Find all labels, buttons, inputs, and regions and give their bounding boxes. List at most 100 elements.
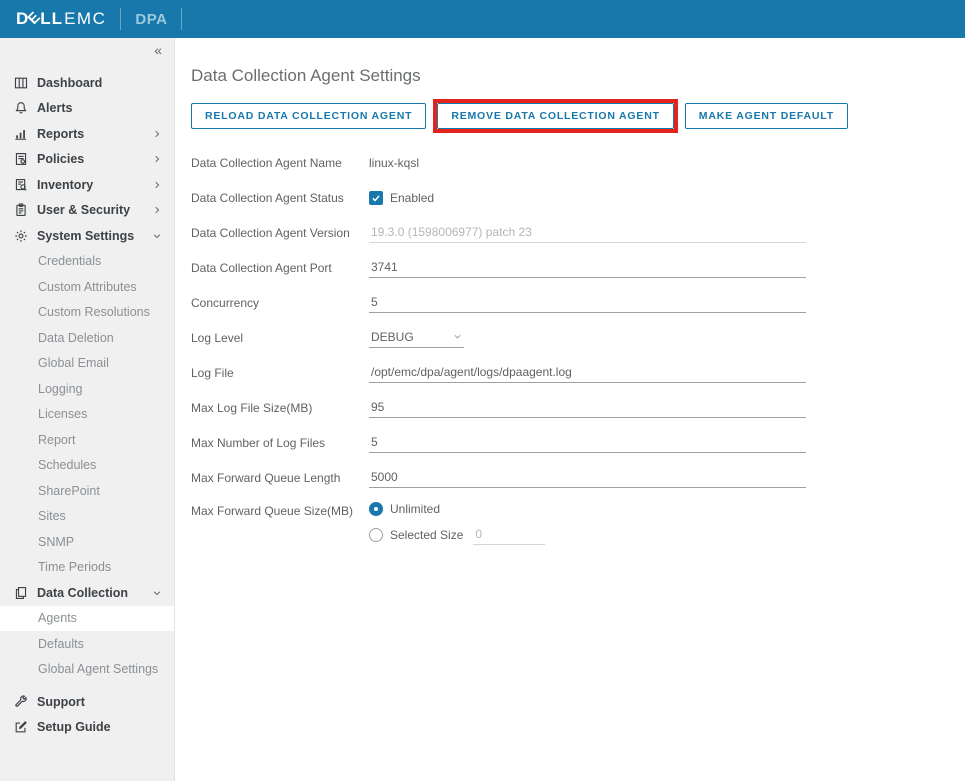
sidebar-item-label: User & Security <box>37 203 130 217</box>
sidebar-item-label: Setup Guide <box>37 720 111 734</box>
unlimited-radio[interactable]: Unlimited <box>369 502 545 516</box>
log-level-select[interactable]: DEBUG <box>369 328 464 348</box>
form-row: Max Number of Log Files <box>191 432 965 453</box>
chevron-right-icon <box>152 154 162 164</box>
form-row: Data Collection Agent Name linux-kqsl <box>191 152 965 173</box>
sidebar-item-logging[interactable]: Logging <box>0 376 174 402</box>
radio-selected-icon[interactable] <box>369 502 383 516</box>
radio-unselected-icon[interactable] <box>369 528 383 542</box>
form-row: Data Collection Agent Port <box>191 257 965 278</box>
log-level-value: DEBUG <box>371 330 414 344</box>
sidebar-item-sites[interactable]: Sites <box>0 504 174 530</box>
header-divider <box>181 8 182 30</box>
field-label: Log Level <box>191 331 369 345</box>
agent-settings-form: Data Collection Agent Name linux-kqsl Da… <box>191 152 965 545</box>
sidebar-item-time-periods[interactable]: Time Periods <box>0 555 174 581</box>
sidebar-item-custom-attributes[interactable]: Custom Attributes <box>0 274 174 300</box>
action-buttons: RELOAD DATA COLLECTION AGENT REMOVE DATA… <box>191 100 965 132</box>
agent-port-input[interactable] <box>369 258 806 278</box>
sidebar-item-sharepoint[interactable]: SharePoint <box>0 478 174 504</box>
sidebar-item-label: Alerts <box>37 101 72 115</box>
sidebar-item-label: Dashboard <box>37 76 102 90</box>
sidebar-item-custom-resolutions[interactable]: Custom Resolutions <box>0 300 174 326</box>
field-label: Max Log File Size(MB) <box>191 401 369 415</box>
header-divider <box>120 8 121 30</box>
sidebar-item-report[interactable]: Report <box>0 427 174 453</box>
field-label: Max Forward Queue Size(MB) <box>191 502 369 518</box>
concurrency-input[interactable] <box>369 293 806 313</box>
sidebar-item-defaults[interactable]: Defaults <box>0 631 174 657</box>
sidebar-item-label: Data Collection <box>37 586 128 600</box>
selected-size-input <box>473 525 545 545</box>
inventory-search-icon <box>13 177 28 192</box>
field-label: Data Collection Agent Port <box>191 261 369 275</box>
sidebar-item-schedules[interactable]: Schedules <box>0 453 174 479</box>
form-row: Max Forward Queue Size(MB) Unlimited Sel… <box>191 502 965 545</box>
sidebar-item-snmp[interactable]: SNMP <box>0 529 174 555</box>
form-row: Log File <box>191 362 965 383</box>
sidebar-item-alerts[interactable]: Alerts <box>0 96 174 122</box>
bell-icon <box>13 101 28 116</box>
sidebar-item-support[interactable]: Support <box>0 689 174 715</box>
chevron-right-icon <box>152 180 162 190</box>
policies-document-icon <box>13 152 28 167</box>
chevron-right-icon <box>152 129 162 139</box>
chevron-down-icon <box>152 231 162 241</box>
user-security-badge-icon <box>13 203 28 218</box>
field-label: Data Collection Agent Name <box>191 156 369 170</box>
checkbox-label: Enabled <box>390 191 434 205</box>
sidebar-item-system-settings[interactable]: System Settings <box>0 223 174 249</box>
data-collection-pages-icon <box>13 585 28 600</box>
checkbox-checked-icon[interactable] <box>369 191 383 205</box>
field-label: Log File <box>191 366 369 380</box>
red-annotation-highlight: REMOVE DATA COLLECTION AGENT <box>433 99 677 133</box>
form-row: Data Collection Agent Version <box>191 222 965 243</box>
sidebar-item-label: System Settings <box>37 229 134 243</box>
enabled-checkbox[interactable]: Enabled <box>369 191 434 205</box>
chevron-down-icon <box>152 588 162 598</box>
wrench-icon <box>13 694 28 709</box>
max-forward-queue-length-input[interactable] <box>369 468 806 488</box>
setup-guide-edit-icon <box>13 720 28 735</box>
sidebar-item-data-deletion[interactable]: Data Deletion <box>0 325 174 351</box>
sidebar-item-licenses[interactable]: Licenses <box>0 402 174 428</box>
radio-label: Selected Size <box>390 528 463 542</box>
dashboard-icon <box>13 75 28 90</box>
form-row: Max Log File Size(MB) <box>191 397 965 418</box>
make-agent-default-button[interactable]: MAKE AGENT DEFAULT <box>685 103 848 129</box>
max-log-file-size-input[interactable] <box>369 398 806 418</box>
sidebar-item-inventory[interactable]: Inventory <box>0 172 174 198</box>
radio-label: Unlimited <box>390 502 440 516</box>
sidebar-item-label: Reports <box>37 127 84 141</box>
sidebar-item-agents[interactable]: Agents <box>0 606 174 632</box>
sidebar-item-data-collection[interactable]: Data Collection <box>0 580 174 606</box>
form-row: Concurrency <box>191 292 965 313</box>
app-window: DELL EMC DPA « Dashboard Alerts Reports <box>0 0 965 781</box>
sidebar-item-dashboard[interactable]: Dashboard <box>0 70 174 96</box>
agent-version-input <box>369 223 806 243</box>
sidebar-item-policies[interactable]: Policies <box>0 147 174 173</box>
max-number-log-files-input[interactable] <box>369 433 806 453</box>
sidebar-item-global-agent-settings[interactable]: Global Agent Settings <box>0 657 174 683</box>
top-header: DELL EMC DPA <box>0 0 965 38</box>
sidebar-item-credentials[interactable]: Credentials <box>0 249 174 275</box>
form-row: Max Forward Queue Length <box>191 467 965 488</box>
field-label: Max Number of Log Files <box>191 436 369 450</box>
sidebar-item-global-email[interactable]: Global Email <box>0 351 174 377</box>
collapse-sidebar-icon[interactable]: « <box>154 42 162 58</box>
max-forward-queue-size-radio-group: Unlimited Selected Size <box>369 502 545 545</box>
sidebar-item-label: Support <box>37 695 85 709</box>
log-file-input[interactable] <box>369 363 806 383</box>
sidebar-item-user-security[interactable]: User & Security <box>0 198 174 224</box>
field-label: Data Collection Agent Version <box>191 226 369 240</box>
remove-agent-button[interactable]: REMOVE DATA COLLECTION AGENT <box>437 103 673 129</box>
sidebar-header: « <box>0 38 174 62</box>
reload-agent-button[interactable]: RELOAD DATA COLLECTION AGENT <box>191 103 426 129</box>
selected-size-radio[interactable]: Selected Size <box>369 525 545 545</box>
sidebar: « Dashboard Alerts Reports Policies <box>0 38 175 781</box>
chevron-down-icon <box>453 330 462 344</box>
sidebar-item-setup-guide[interactable]: Setup Guide <box>0 715 174 741</box>
main-content: Data Collection Agent Settings RELOAD DA… <box>176 38 965 781</box>
app-name: DPA <box>135 11 167 28</box>
sidebar-item-reports[interactable]: Reports <box>0 121 174 147</box>
